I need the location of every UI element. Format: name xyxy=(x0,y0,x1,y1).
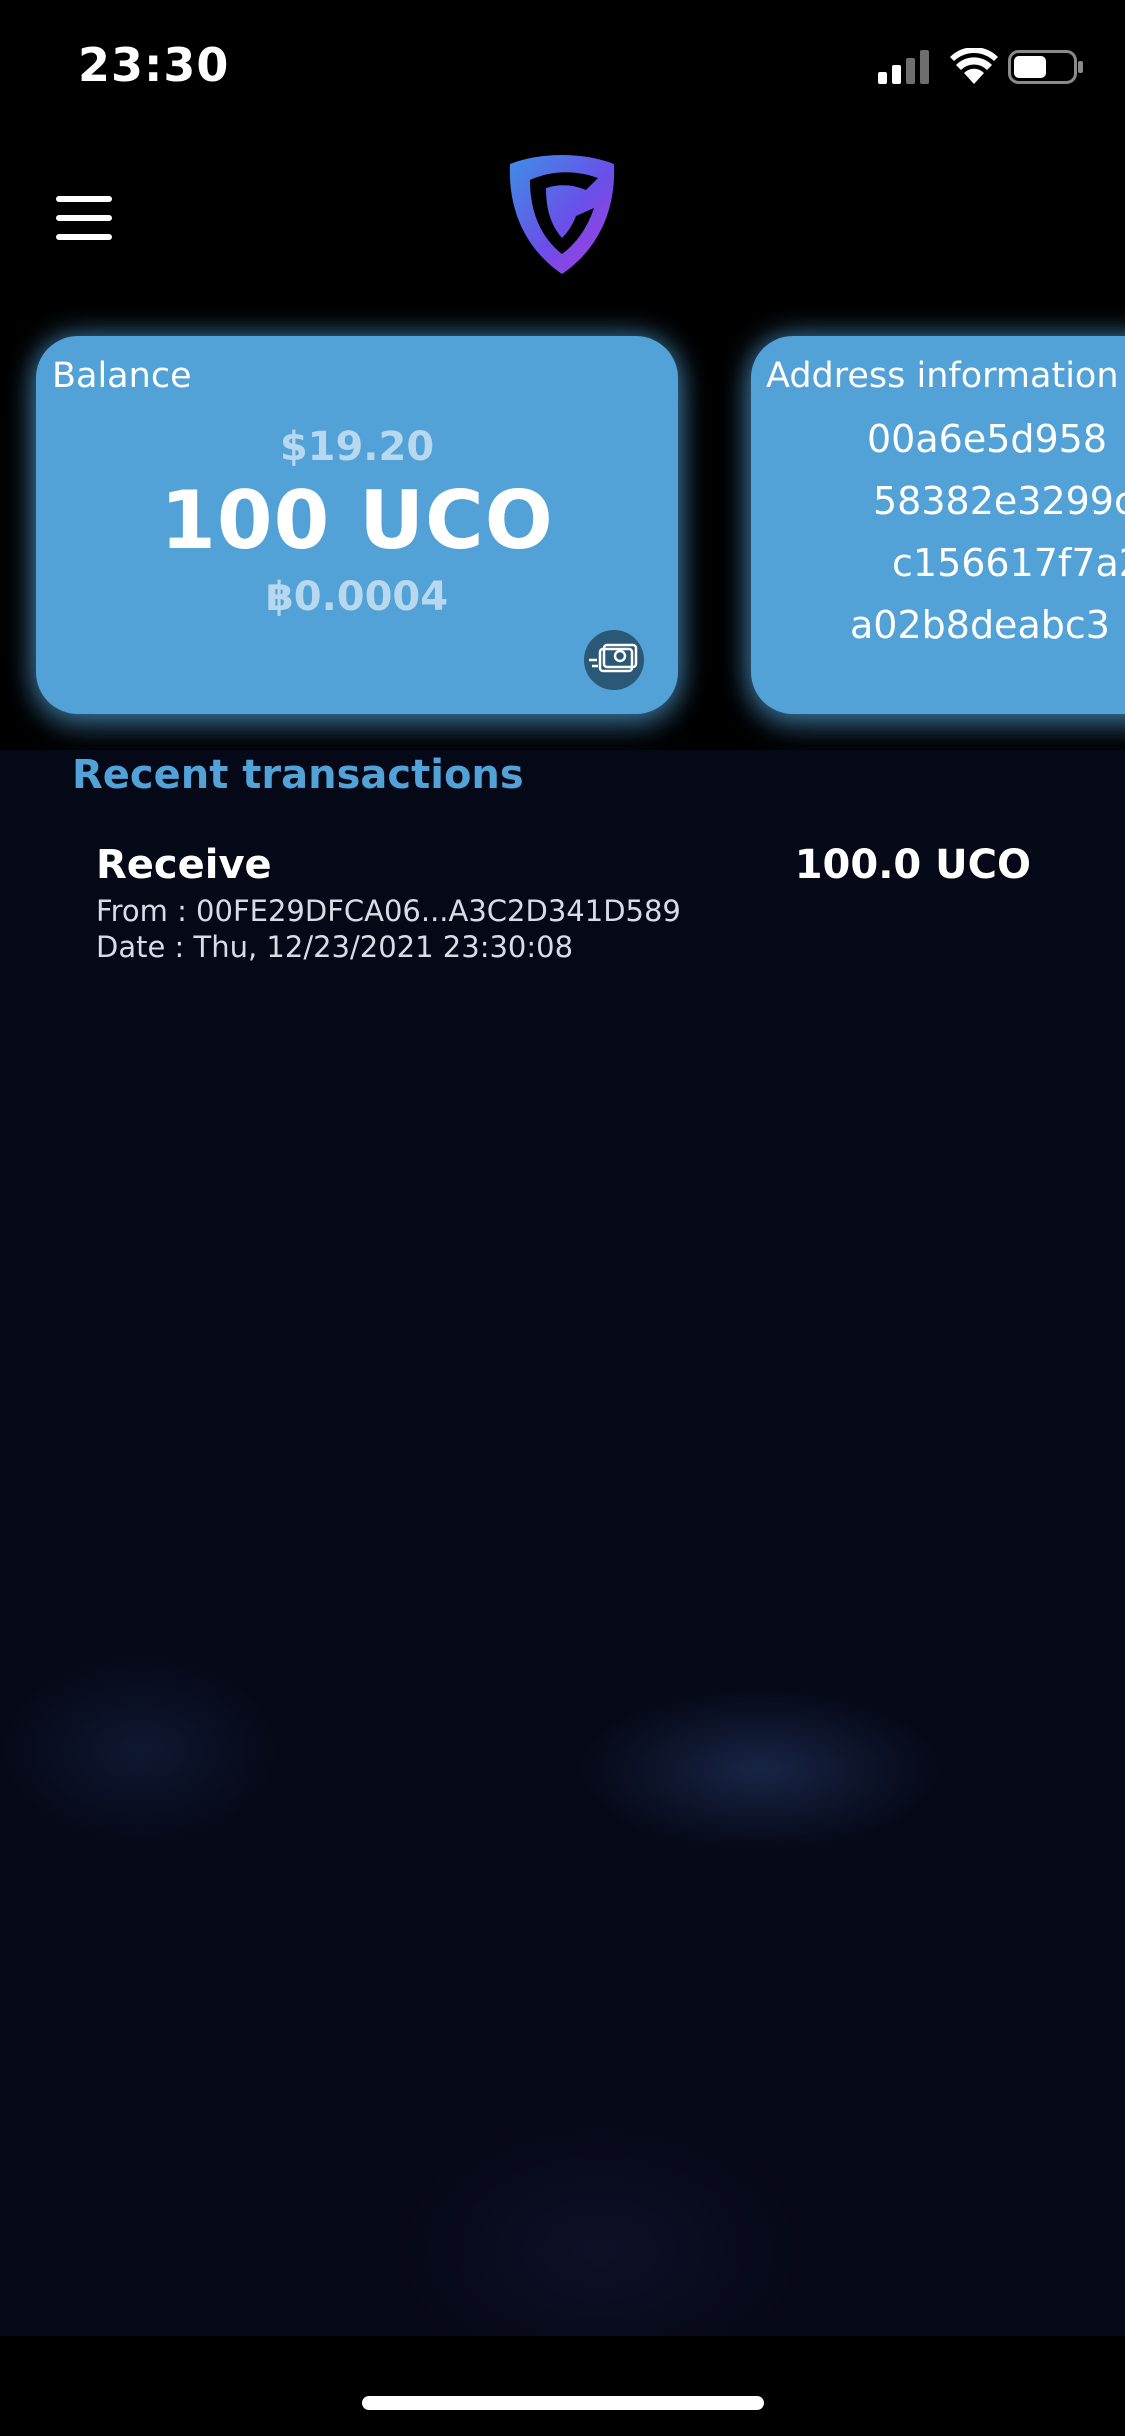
home-indicator[interactable] xyxy=(362,2396,764,2410)
wallet-screen: 23:30 Balance $19.20 100 UCO ฿0.0004 Add… xyxy=(0,0,1125,2436)
address-card[interactable]: Address information 00a6e5d958 58382e329… xyxy=(751,336,1125,714)
address-line: 58382e3299c xyxy=(873,479,1125,523)
balance-card-title: Balance xyxy=(52,356,192,396)
transaction-row[interactable]: Receive 100.0 UCO From : 00FE29DFCA06...… xyxy=(96,840,1031,970)
money-icon[interactable] xyxy=(584,630,644,690)
hamburger-menu-icon xyxy=(56,196,112,202)
balance-btc-value: ฿0.0004 xyxy=(265,574,449,620)
status-time: 23:30 xyxy=(78,38,230,92)
cellular-signal-icon xyxy=(878,50,929,84)
transaction-date: Date : Thu, 12/23/2021 23:30:08 xyxy=(96,930,574,964)
address-card-title: Address information xyxy=(766,356,1119,396)
menu-button[interactable] xyxy=(56,196,112,240)
hamburger-line xyxy=(56,234,112,240)
hamburger-line xyxy=(56,215,112,221)
address-line: a02b8deabc3 xyxy=(850,603,1110,647)
wifi-icon xyxy=(950,48,998,84)
recent-transactions-title: Recent transactions xyxy=(72,752,524,798)
transaction-type: Receive xyxy=(96,842,272,888)
balance-card[interactable]: Balance $19.20 100 UCO ฿0.0004 xyxy=(36,336,678,714)
bottom-bar xyxy=(0,2336,1125,2436)
balance-amount: 100 UCO xyxy=(160,474,554,567)
address-value: 00a6e5d958 58382e3299c c156617f7a2 a02b8… xyxy=(751,408,1125,656)
transaction-from: From : 00FE29DFCA06...A3C2D341D589 xyxy=(96,894,681,928)
transaction-amount: 100.0 UCO xyxy=(794,842,1031,888)
shield-logo-icon xyxy=(509,155,615,274)
space-background xyxy=(0,750,1125,2336)
battery-icon xyxy=(1008,50,1083,84)
address-line: 00a6e5d958 xyxy=(867,417,1108,461)
balance-fiat-value: $19.20 xyxy=(279,424,435,470)
address-line: c156617f7a2 xyxy=(892,541,1125,585)
